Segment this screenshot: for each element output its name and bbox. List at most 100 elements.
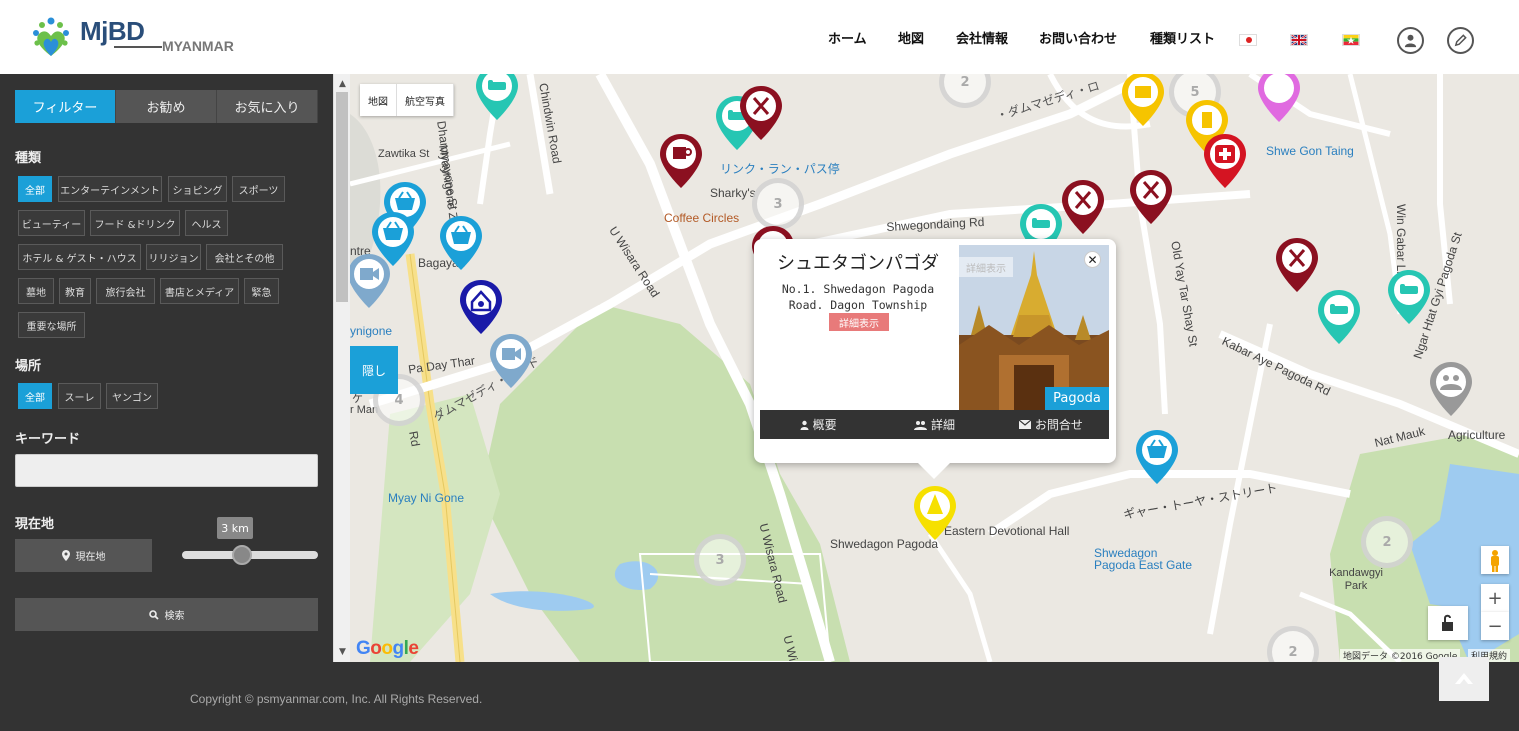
chip-travel[interactable]: 旅行会社 — [96, 278, 155, 304]
chip-location-sule[interactable]: スーレ — [58, 383, 101, 409]
chip-religion[interactable]: リリジョン — [146, 244, 201, 270]
back-to-top-button[interactable] — [1439, 657, 1489, 701]
poi-label: Coffee Circles — [664, 211, 740, 225]
nav-map[interactable]: 地図 — [898, 28, 924, 47]
cafe-pin-icon[interactable] — [658, 132, 704, 192]
chip-location-yangon[interactable]: ヤンゴン — [106, 383, 158, 409]
nav-home[interactable]: ホーム — [828, 28, 867, 47]
arrow-up-icon — [1455, 673, 1473, 684]
site-logo[interactable]: MjBD MYANMAR — [28, 14, 248, 60]
restaurant-pin-icon[interactable] — [738, 84, 784, 144]
popup-overview-button[interactable]: 概要 — [760, 410, 876, 439]
chip-hotel[interactable]: ホテル & ゲスト・ハウス — [18, 244, 141, 270]
nav-contact[interactable]: お問い合わせ — [1039, 28, 1117, 47]
sidebar-tabs: フィルター お勧め お気に入り — [15, 90, 318, 123]
popup-image-overlay-label: 詳細表示 — [959, 257, 1013, 277]
chip-important[interactable]: 重要な場所 — [18, 312, 85, 338]
street-view-pegman-icon[interactable] — [1481, 546, 1509, 574]
chip-company[interactable]: 会社とその他 — [206, 244, 283, 270]
users-icon — [913, 420, 927, 430]
chip-cemetery[interactable]: 墓地 — [18, 278, 54, 304]
nav-category-list[interactable]: 種類リスト — [1150, 28, 1215, 47]
current-location-button[interactable]: 現在地 — [15, 539, 152, 572]
zoom-in-button[interactable]: + — [1481, 584, 1509, 612]
radius-slider[interactable]: 3 km — [182, 517, 318, 565]
account-button[interactable] — [1397, 27, 1424, 54]
tab-recommended[interactable]: お勧め — [116, 90, 217, 123]
user-icon — [1404, 34, 1417, 48]
emergency-pin-icon[interactable] — [1202, 132, 1248, 192]
company-pin-icon[interactable] — [1428, 360, 1474, 420]
poi-label: ynigone — [350, 324, 393, 338]
chip-education[interactable]: 教育 — [59, 278, 91, 304]
chip-entertainment[interactable]: エンターテインメント — [58, 176, 162, 202]
tab-favorites[interactable]: お気に入り — [217, 90, 318, 123]
restaurant-pin-icon[interactable] — [1128, 168, 1174, 228]
chip-emergency[interactable]: 緊急 — [244, 278, 279, 304]
map-marker-icon — [61, 550, 70, 561]
company-pin-icon[interactable] — [458, 278, 504, 338]
pagoda-pin-icon[interactable] — [912, 484, 958, 544]
scroll-up-icon[interactable]: ▲ — [334, 76, 351, 92]
street-label: Rd — [406, 430, 423, 448]
popup-detail-button[interactable]: 詳細表示 — [829, 313, 889, 331]
flag-uk-icon[interactable] — [1290, 34, 1308, 46]
entertainment-pin-icon[interactable] — [488, 332, 534, 392]
unlock-icon[interactable] — [1428, 606, 1468, 640]
map-type-satellite-button[interactable]: 航空写真 — [397, 84, 454, 116]
sidebar-scrollbar[interactable]: ▲ ▼ — [333, 74, 350, 662]
keyword-input[interactable] — [15, 454, 318, 487]
restaurant-pin-icon[interactable] — [1060, 178, 1106, 238]
chip-location-all[interactable]: 全部 — [18, 383, 52, 409]
poi-label: Sharky's — [710, 186, 756, 200]
search-button[interactable]: 検索 — [15, 598, 318, 631]
envelope-icon — [1018, 420, 1031, 429]
popup-close-icon[interactable]: ✕ — [1084, 251, 1101, 268]
map-type-map-button[interactable]: 地図 — [360, 84, 397, 116]
chip-health[interactable]: ヘルス — [185, 210, 228, 236]
chip-all[interactable]: 全部 — [18, 176, 52, 202]
zoom-out-button[interactable]: − — [1481, 612, 1509, 640]
user-icon — [800, 420, 809, 430]
hide-sidebar-button[interactable]: 隠し — [350, 346, 398, 394]
filter-sidebar: フィルター お勧め お気に入り 種類 全部 エンターテインメント ショピング ス… — [0, 74, 333, 662]
flag-myanmar-icon[interactable] — [1342, 34, 1360, 46]
logo-hearts-icon — [33, 17, 69, 56]
marker-cluster[interactable]: 3 — [752, 178, 804, 230]
shopping-pin-icon[interactable] — [1134, 428, 1180, 488]
chip-food-drink[interactable]: フード &ドリンク — [90, 210, 180, 236]
popup-title: シュエタゴンパゴダ — [777, 253, 939, 274]
popup-contact-button[interactable]: お問合せ — [993, 410, 1109, 439]
chip-beauty[interactable]: ビューティー — [18, 210, 85, 236]
edit-button[interactable] — [1447, 27, 1474, 54]
poi-label: Shwe Gon Taing — [1266, 144, 1354, 158]
shopping-pin-icon[interactable] — [438, 214, 484, 274]
hotel-pin-icon[interactable] — [1316, 288, 1362, 348]
flag-japan-icon[interactable] — [1239, 34, 1257, 46]
poi-label: Agriculture — [1448, 428, 1506, 442]
chip-shopping[interactable]: ショピング — [168, 176, 227, 202]
radius-tooltip: 3 km — [217, 517, 253, 539]
chip-books-media[interactable]: 書店とメディア — [160, 278, 239, 304]
beauty-pin-icon[interactable] — [1256, 74, 1302, 126]
street-label: Win Gabar Ln — [1394, 204, 1408, 279]
chip-sports[interactable]: スポーツ — [232, 176, 285, 202]
popup-contact-label: お問合せ — [1034, 418, 1083, 432]
hotel-pin-icon[interactable] — [474, 74, 520, 124]
pencil-icon — [1454, 34, 1467, 47]
radius-slider-handle[interactable] — [232, 545, 252, 565]
scroll-down-icon[interactable]: ▼ — [334, 644, 351, 660]
area-label: Kandawgyi Park — [1329, 567, 1383, 592]
popup-details-label: 詳細 — [930, 418, 955, 432]
marker-cluster[interactable]: 2 — [1361, 516, 1413, 568]
nav-company[interactable]: 会社情報 — [956, 28, 1008, 47]
marker-cluster[interactable]: 3 — [694, 534, 746, 586]
scrollbar-thumb[interactable] — [336, 92, 348, 302]
restaurant-pin-icon[interactable] — [1274, 236, 1320, 296]
tab-filter[interactable]: フィルター — [15, 90, 116, 123]
important-place-pin-icon[interactable] — [1120, 74, 1166, 130]
site-footer: Copyright © psmyanmar.com, Inc. All Righ… — [0, 662, 1519, 731]
entertainment-pin-icon[interactable] — [350, 252, 392, 312]
hotel-pin-icon[interactable] — [1386, 268, 1432, 328]
popup-details-button[interactable]: 詳細 — [876, 410, 992, 439]
